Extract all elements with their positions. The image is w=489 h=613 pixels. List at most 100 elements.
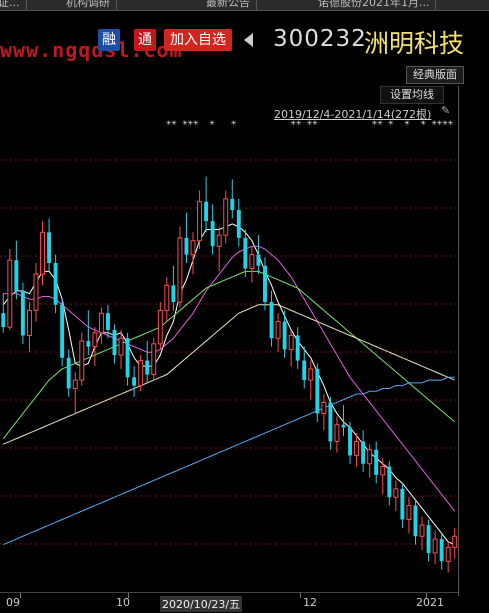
candle-body xyxy=(432,538,438,554)
ma-line-ma5 xyxy=(2,223,455,546)
candle[interactable] xyxy=(263,257,267,311)
candle[interactable] xyxy=(315,363,320,422)
candle[interactable] xyxy=(445,541,451,573)
candle[interactable] xyxy=(86,310,91,355)
kline-chart[interactable] xyxy=(0,118,458,592)
pin-icon[interactable]: ✎ xyxy=(441,104,450,117)
candle[interactable] xyxy=(374,441,379,484)
candle[interactable] xyxy=(380,458,386,495)
candle-body xyxy=(210,221,215,247)
candle-body xyxy=(197,201,203,242)
candle[interactable] xyxy=(210,204,215,255)
candle[interactable] xyxy=(157,302,163,350)
candle[interactable] xyxy=(171,265,176,311)
candle[interactable] xyxy=(432,530,438,565)
candle-body xyxy=(275,321,281,339)
candle[interactable] xyxy=(92,327,98,367)
tab-institution-research[interactable]: 机构调研 xyxy=(60,0,117,10)
candle-body xyxy=(393,488,399,498)
candle-body xyxy=(60,304,65,358)
candle[interactable] xyxy=(145,341,150,383)
candle[interactable] xyxy=(33,262,39,322)
right-axis-divider xyxy=(458,86,459,596)
candle[interactable] xyxy=(177,226,183,308)
candle[interactable] xyxy=(72,371,78,414)
candle-body xyxy=(230,198,235,211)
candle-body xyxy=(374,449,379,475)
candle[interactable] xyxy=(334,416,340,453)
candle[interactable] xyxy=(223,190,229,244)
candle[interactable] xyxy=(439,533,444,570)
date-axis: 09 10 2020/10/23/五 12 2021 xyxy=(0,592,458,613)
candle[interactable] xyxy=(151,338,157,381)
candle[interactable] xyxy=(419,516,425,551)
stock-connect-button[interactable]: 通 xyxy=(134,29,156,51)
candle[interactable] xyxy=(288,329,294,367)
candle[interactable] xyxy=(269,290,274,347)
candle[interactable] xyxy=(413,499,418,545)
candle[interactable] xyxy=(26,302,32,353)
candle[interactable] xyxy=(367,444,373,478)
candle[interactable] xyxy=(132,366,137,397)
candle[interactable] xyxy=(275,313,281,353)
candle[interactable] xyxy=(230,179,235,219)
candle-body xyxy=(86,341,91,347)
candle[interactable] xyxy=(98,307,104,344)
candle[interactable] xyxy=(348,421,353,464)
candle[interactable] xyxy=(361,430,366,473)
candle[interactable] xyxy=(321,394,327,431)
candle[interactable] xyxy=(295,327,300,369)
candle[interactable] xyxy=(66,349,71,397)
candle-body xyxy=(125,338,130,378)
candle[interactable] xyxy=(164,276,170,322)
candle[interactable] xyxy=(190,232,196,275)
candle-body xyxy=(249,254,255,270)
candle[interactable] xyxy=(204,176,209,233)
candle[interactable] xyxy=(236,198,241,247)
prev-stock-arrow-icon[interactable] xyxy=(244,33,253,47)
candle[interactable] xyxy=(393,480,399,512)
candle[interactable] xyxy=(184,212,189,263)
candle[interactable] xyxy=(14,240,19,300)
candle[interactable] xyxy=(125,332,130,386)
candle-body xyxy=(341,424,346,428)
candle-body xyxy=(387,466,392,498)
candle[interactable] xyxy=(138,355,144,392)
classic-layout-button[interactable]: 经典版面 xyxy=(406,66,464,84)
margin-trading-button[interactable]: 融 xyxy=(98,29,120,51)
candle[interactable] xyxy=(400,483,405,528)
candle[interactable] xyxy=(302,346,307,389)
ma-settings-button[interactable]: 设置均线 xyxy=(380,86,444,104)
candle[interactable] xyxy=(216,226,222,272)
candle[interactable] xyxy=(406,497,412,534)
candle[interactable] xyxy=(7,249,13,330)
candle-body xyxy=(204,201,209,222)
candle-body xyxy=(406,505,412,521)
candle[interactable] xyxy=(40,221,45,286)
tab-latest-announcement[interactable]: 最新公告 xyxy=(200,0,257,10)
candle[interactable] xyxy=(452,527,458,559)
tab-news-article[interactable]: 诺德股份2021年1月... xyxy=(312,0,437,10)
candle[interactable] xyxy=(60,299,65,367)
candle[interactable] xyxy=(249,246,255,283)
candle[interactable] xyxy=(426,519,431,562)
add-to-watchlist-button[interactable]: 加入自选 xyxy=(164,29,232,51)
candle[interactable] xyxy=(308,360,314,400)
candle[interactable] xyxy=(79,332,85,386)
candle[interactable] xyxy=(53,254,58,314)
candle[interactable] xyxy=(1,293,6,333)
candle-body xyxy=(269,302,274,339)
candle[interactable] xyxy=(197,190,203,250)
candle[interactable] xyxy=(256,235,261,275)
candle[interactable] xyxy=(47,218,52,272)
tab-zheng[interactable]: 证... xyxy=(0,0,27,10)
candle[interactable] xyxy=(387,460,392,506)
candle[interactable] xyxy=(112,324,117,364)
candle[interactable] xyxy=(282,310,287,358)
candle[interactable] xyxy=(243,229,248,277)
candle-body xyxy=(164,284,170,311)
date-tick xyxy=(20,593,21,598)
candle-body xyxy=(243,237,248,269)
candle[interactable] xyxy=(328,396,333,450)
candle[interactable] xyxy=(20,282,25,344)
